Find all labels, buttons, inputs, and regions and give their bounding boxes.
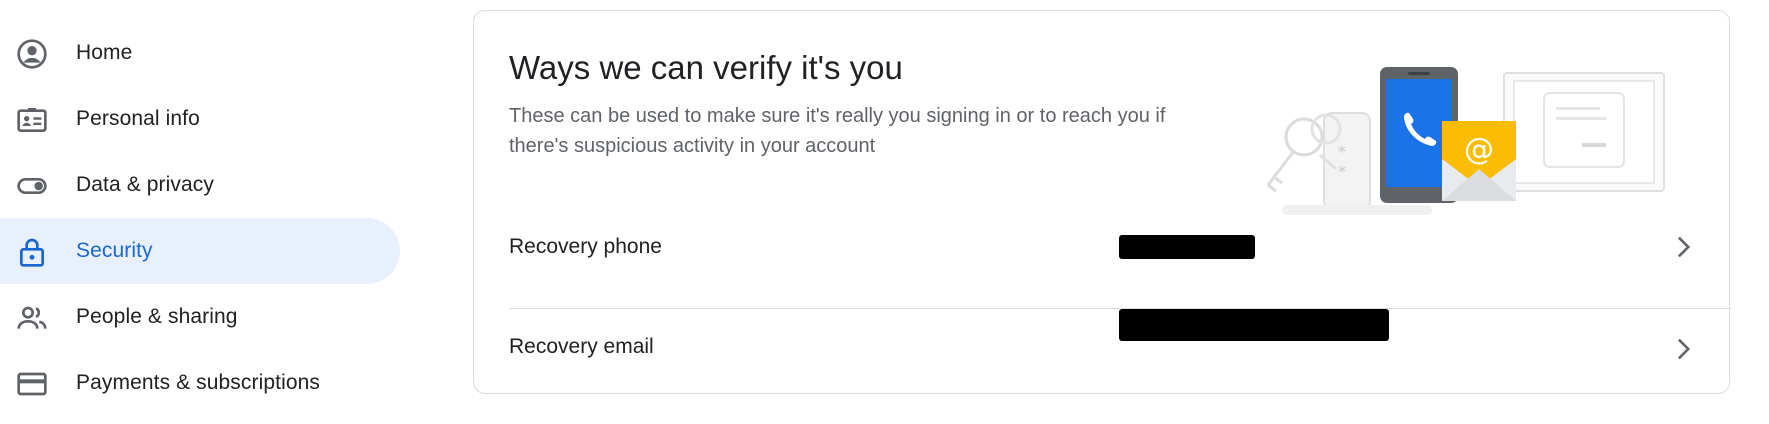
sidebar-item-payments-subscriptions[interactable]: Payments & subscriptions	[0, 350, 400, 416]
sidebar-item-personal-info[interactable]: Personal info	[0, 86, 400, 152]
lock-icon	[16, 236, 48, 268]
credit-card-icon	[16, 368, 48, 400]
recovery-phone-value-redacted	[1119, 235, 1255, 259]
sidebar-item-people-sharing[interactable]: People & sharing	[0, 284, 400, 350]
people-icon	[16, 302, 48, 334]
email-envelope-icon: @	[1442, 121, 1516, 201]
sidebar-item-data-privacy[interactable]: Data & privacy	[0, 152, 400, 218]
sidebar-item-label: Data & privacy	[76, 173, 214, 196]
sidebar-item-security[interactable]: Security	[0, 218, 400, 284]
svg-text:@: @	[1464, 132, 1494, 167]
card-description: These can be used to make sure it's real…	[509, 105, 1166, 157]
svg-text:*: *	[1338, 142, 1346, 161]
sidebar-nav: Home Personal info Data & privacy Securi…	[0, 20, 410, 416]
recovery-phone-label: Recovery phone	[509, 235, 662, 258]
sidebar-item-label: People & sharing	[76, 305, 238, 328]
page: Home Personal info Data & privacy Securi…	[0, 0, 1769, 424]
sidebar-item-home[interactable]: Home	[0, 20, 400, 86]
chevron-right-icon	[1678, 338, 1691, 360]
verification-illustration: * * @	[1266, 67, 1665, 215]
toggle-icon	[16, 170, 48, 202]
id-card-icon	[16, 104, 48, 136]
sidebar-item-label: Payments & subscriptions	[76, 371, 321, 394]
svg-text:*: *	[1338, 162, 1346, 181]
sidebar-item-label: Security	[76, 239, 153, 262]
document-icon	[1503, 72, 1665, 192]
recovery-email-row[interactable]: Recovery email	[509, 309, 1731, 389]
account-circle-icon	[16, 38, 48, 70]
sidebar-item-label: Personal info	[76, 107, 200, 130]
card-title: Ways we can verify it's you	[509, 49, 903, 86]
verify-card: Ways we can verify it's you These can be…	[473, 10, 1731, 394]
recovery-email-value-redacted	[1119, 309, 1389, 341]
recovery-phone-row[interactable]: Recovery phone	[509, 207, 1731, 287]
recovery-email-label: Recovery email	[509, 335, 654, 358]
chevron-right-icon	[1678, 236, 1691, 258]
sidebar-item-label: Home	[76, 41, 133, 64]
